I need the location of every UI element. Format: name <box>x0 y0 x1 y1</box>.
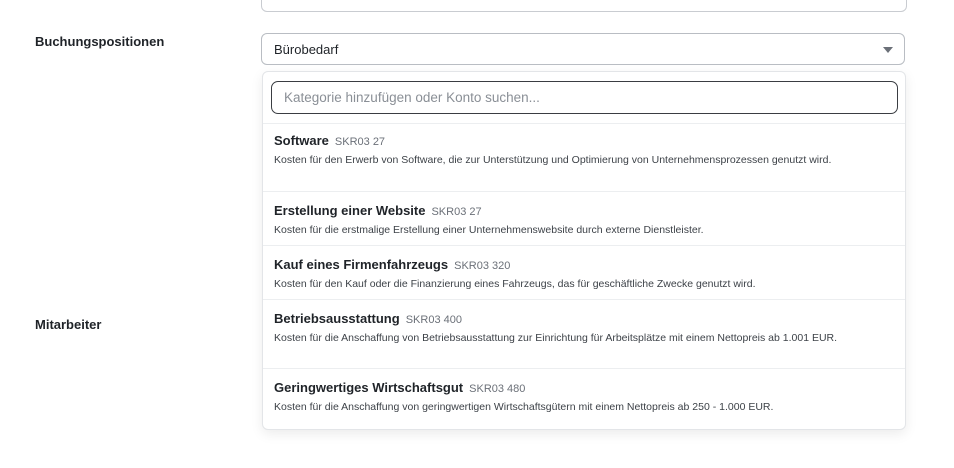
option-account-code: SKR03 27 <box>334 136 386 148</box>
previous-field-input[interactable] <box>261 0 907 12</box>
category-dropdown: Software SKR03 27 Kosten für den Erwerb v… <box>262 71 906 430</box>
employee-label: Mitarbeiter <box>35 317 102 332</box>
option-account-code: SKR03 400 <box>405 314 462 326</box>
option-account-code: SKR03 320 <box>454 260 511 272</box>
booking-positions-label: Buchungspositionen <box>35 34 165 49</box>
selected-category-value: Bürobedarf <box>274 41 339 57</box>
page: Buchungspositionen Bürobedarf Mitarbeite… <box>0 0 954 468</box>
option-account-code: SKR03 480 <box>469 383 526 395</box>
category-select[interactable]: Bürobedarf <box>261 33 905 65</box>
divider <box>263 123 905 124</box>
option-name: Kauf eines Firmenfahrzeugs <box>274 257 449 272</box>
option-description: Kosten für den Kauf oder die Finanzierun… <box>274 278 756 290</box>
category-option-equipment[interactable]: Betriebsausstattung SKR03 400 Kosten für … <box>263 301 905 369</box>
option-description: Kosten für die erstmalige Erstellung ein… <box>274 224 704 236</box>
option-description: Kosten für die Anschaffung von geringwer… <box>274 401 774 413</box>
option-name: Software <box>274 133 329 148</box>
category-option-company-vehicle[interactable]: Kauf eines Firmenfahrzeugs SKR03 320 Kost… <box>263 247 905 300</box>
option-description: Kosten für den Erwerb von Software, die … <box>274 154 832 166</box>
chevron-down-icon[interactable] <box>883 47 893 53</box>
category-option-software[interactable]: Software SKR03 27 Kosten für den Erwerb v… <box>263 133 905 192</box>
category-option-low-value-asset[interactable]: Geringwertiges Wirtschaftsgut SKR03 480 K… <box>263 370 905 429</box>
category-option-website[interactable]: Erstellung einer Website SKR03 27 Kosten … <box>263 193 905 246</box>
option-description: Kosten für die Anschaffung von Betriebsa… <box>274 332 838 344</box>
option-name: Betriebsausstattung <box>274 311 400 326</box>
option-account-code: SKR03 27 <box>431 206 482 218</box>
option-name: Erstellung einer Website <box>274 203 426 218</box>
category-search-input[interactable] <box>271 81 898 114</box>
option-name: Geringwertiges Wirtschaftsgut <box>274 380 464 395</box>
